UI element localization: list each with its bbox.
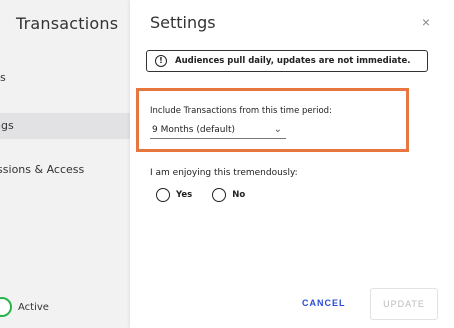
sidebar-item-label: ngs	[0, 119, 14, 132]
cancel-button[interactable]: CANCEL	[302, 298, 346, 308]
exclamation-icon: !	[155, 55, 167, 67]
close-button[interactable]: ×	[422, 14, 430, 30]
enjoy-question: I am enjoying this tremendously:	[150, 168, 298, 178]
radio-label-no: No	[232, 190, 246, 200]
radio-circle-icon[interactable]	[156, 188, 170, 202]
radio-yes[interactable]: Yes	[156, 188, 192, 202]
status-circle-icon	[0, 297, 12, 317]
radio-label-yes: Yes	[176, 190, 193, 200]
sidebar-item-label: issions & Access	[0, 163, 85, 176]
active-status: Active	[0, 297, 49, 317]
period-selected-value: 9 Months (default)	[152, 124, 236, 135]
sidebar-item-settings[interactable]: ngs	[0, 113, 130, 139]
settings-modal: Settings × ! Audiences pull daily, updat…	[130, 0, 454, 328]
sidebar-item-label: cs	[0, 71, 6, 84]
modal-title: Settings	[150, 13, 216, 32]
info-alert: ! Audiences pull daily, updates are not …	[146, 50, 428, 72]
status-label: Active	[18, 301, 49, 313]
panel-title: Transactions	[16, 14, 119, 33]
period-dropdown[interactable]: 9 Months (default) ⌄	[150, 121, 286, 139]
chevron-down-icon: ⌄	[273, 124, 282, 135]
period-label: Include Transactions from this time peri…	[150, 106, 332, 116]
radio-circle-icon[interactable]	[212, 188, 227, 202]
alert-text: Audiences pull daily, updates are not im…	[175, 56, 411, 66]
enjoy-radio-group: Yes No	[156, 188, 245, 202]
highlight-box	[136, 88, 409, 152]
app-frame: Transactions cs ngs issions & Access Act…	[0, 0, 454, 328]
radio-no[interactable]: No	[212, 188, 245, 202]
update-button[interactable]: UPDATE	[370, 288, 438, 320]
left-background-panel: Transactions cs ngs issions & Access Act…	[0, 0, 130, 328]
